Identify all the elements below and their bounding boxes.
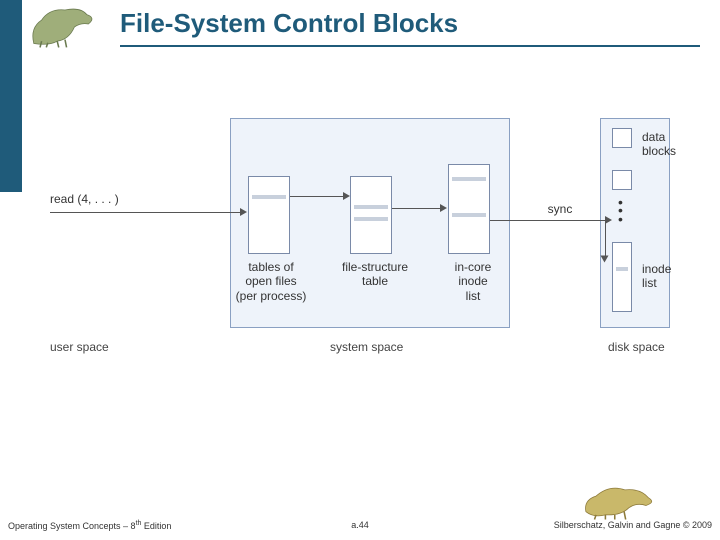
user-space-caption: user space: [50, 340, 109, 354]
arrow-sync: [490, 220, 605, 221]
in-core-inode-list-block: [448, 164, 490, 254]
dinosaur-icon: [582, 480, 660, 520]
footer-left-b: Edition: [141, 521, 171, 531]
footer-page-number: a.44: [351, 520, 369, 530]
inode-list-block: [612, 242, 632, 312]
tables-of-open-files-label: tables of open files (per process): [226, 260, 316, 303]
tables-of-open-files-block: [248, 176, 290, 254]
system-space-caption: system space: [330, 340, 403, 354]
arrow-fstab-to-incore: [392, 208, 442, 209]
in-core-inode-list-label: in-core inode list: [438, 260, 508, 303]
arrow-head: [601, 256, 609, 263]
data-block: [612, 170, 632, 190]
slide-header: File-System Control Blocks: [120, 8, 700, 47]
sync-label: sync: [540, 202, 580, 216]
arrow-head: [440, 204, 447, 212]
arrow-head: [240, 208, 247, 216]
arrow-read-to-tables: [50, 212, 240, 213]
page-title: File-System Control Blocks: [120, 8, 700, 47]
slide-footer: Operating System Concepts – 8th Edition …: [0, 520, 720, 534]
ellipsis-dots: •••: [618, 198, 623, 223]
arrow-head: [343, 192, 350, 200]
inode-list-label: inode list: [642, 262, 692, 291]
left-accent-bar: [0, 0, 22, 192]
data-block: [612, 128, 632, 148]
disk-space-caption: disk space: [608, 340, 665, 354]
footer-copyright: Silberschatz, Galvin and Gagne © 2009: [554, 520, 712, 530]
arrow-sync-vert: [605, 220, 606, 260]
file-structure-table-block: [350, 176, 392, 254]
footer-left: Operating System Concepts – 8th Edition: [8, 520, 171, 531]
arrow-tables-to-fstab: [290, 196, 345, 197]
footer-left-a: Operating System Concepts – 8: [8, 521, 136, 531]
dinosaur-icon: [26, 0, 104, 48]
data-blocks-label: data blocks: [642, 130, 692, 159]
read-call-label: read (4, . . . ): [50, 192, 160, 206]
file-structure-table-label: file-structure table: [330, 260, 420, 289]
arrow-head: [605, 216, 612, 224]
fs-control-blocks-diagram: read (4, . . . ) tables of open files (p…: [50, 100, 690, 380]
